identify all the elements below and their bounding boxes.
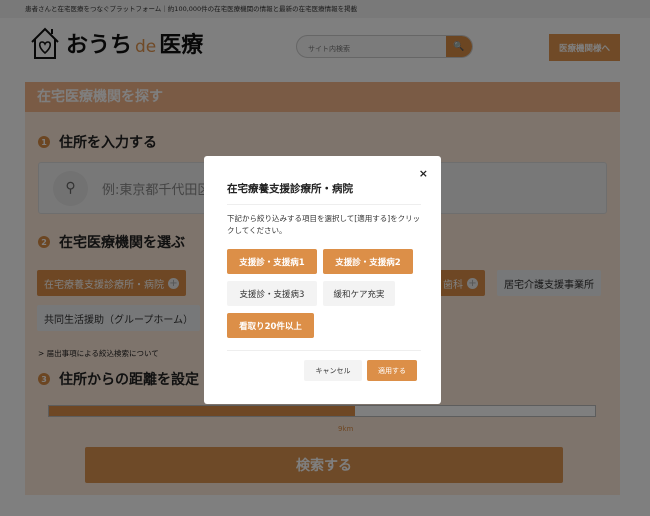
filter-modal: × 在宅療養支援診療所・病院 下記から絞り込みする項目を選択して[適用する]をク… bbox=[204, 156, 441, 404]
option-support-1[interactable]: 支援診・支援病1 bbox=[227, 249, 317, 274]
option-end-of-life[interactable]: 看取り20件以上 bbox=[227, 313, 314, 338]
option-support-3[interactable]: 支援診・支援病3 bbox=[227, 281, 317, 306]
modal-description: 下記から絞り込みする項目を選択して[適用する]をクリックしてください。 bbox=[227, 214, 421, 235]
divider bbox=[227, 204, 421, 205]
apply-button[interactable]: 適用する bbox=[367, 360, 417, 381]
option-palliative-care[interactable]: 緩和ケア充実 bbox=[323, 281, 395, 306]
modal-title: 在宅療養支援診療所・病院 bbox=[227, 183, 353, 195]
cancel-button[interactable]: キャンセル bbox=[304, 360, 362, 381]
close-icon[interactable]: × bbox=[419, 167, 428, 180]
option-support-2[interactable]: 支援診・支援病2 bbox=[323, 249, 413, 274]
divider bbox=[227, 350, 421, 351]
